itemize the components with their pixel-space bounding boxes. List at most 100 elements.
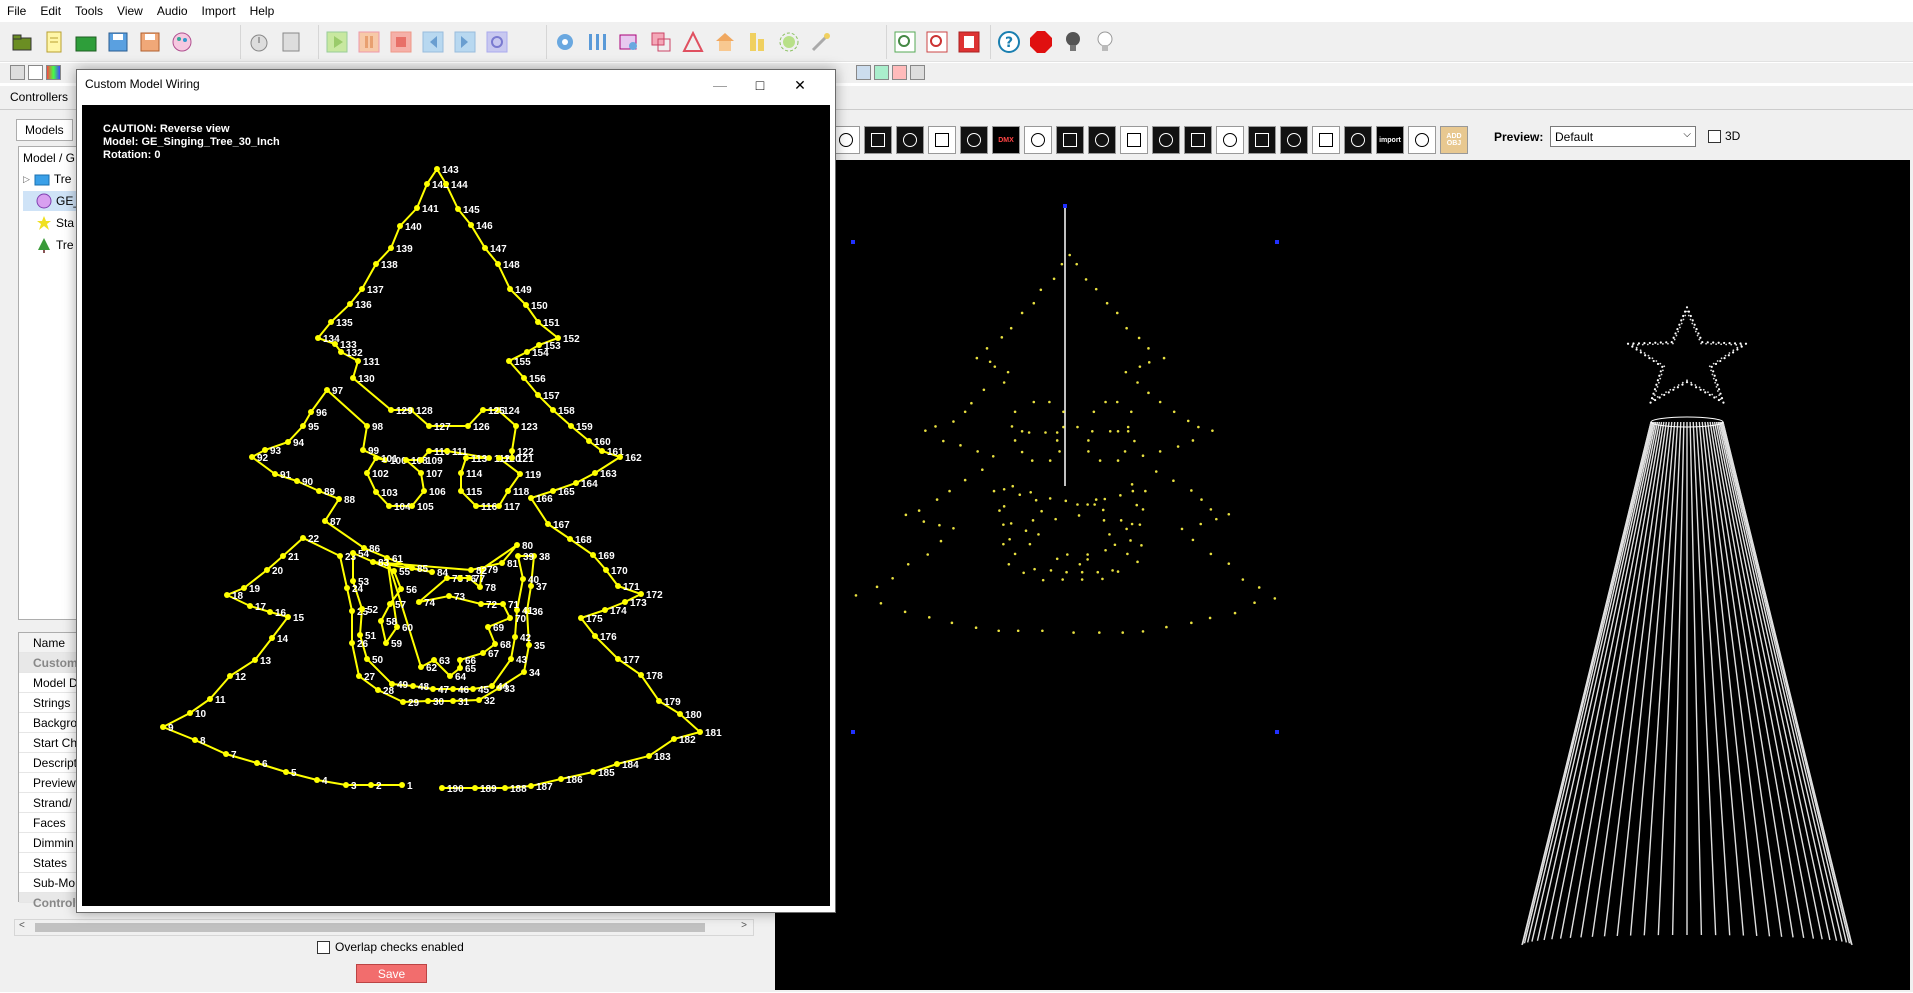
bulb-on-icon[interactable] — [1091, 28, 1119, 56]
wiring-node[interactable] — [398, 586, 404, 592]
wiring-node[interactable] — [389, 681, 395, 687]
wiring-node[interactable] — [638, 591, 644, 597]
wiring-node[interactable] — [457, 665, 463, 671]
wiring-canvas[interactable]: CAUTION: Reverse view Model: GE_Singing_… — [82, 105, 830, 906]
wiring-node[interactable] — [359, 606, 365, 612]
wiring-node[interactable] — [224, 592, 230, 598]
wiring-node[interactable] — [409, 565, 415, 571]
wiring-node[interactable] — [592, 470, 598, 476]
model-type-tool[interactable] — [1248, 126, 1276, 154]
wiring-node[interactable] — [508, 656, 514, 662]
wiring-node[interactable] — [524, 349, 530, 355]
wiring-node[interactable] — [424, 181, 430, 187]
close-icon[interactable]: ✕ — [783, 72, 817, 98]
expand-arrow-icon[interactable]: ▷ — [23, 174, 30, 185]
wiring-node[interactable] — [430, 686, 436, 692]
tab-models[interactable]: Models — [16, 119, 73, 141]
wiring-node[interactable] — [535, 392, 541, 398]
wiring-node[interactable] — [383, 640, 389, 646]
wiring-node[interactable] — [646, 753, 652, 759]
wiring-node[interactable] — [568, 423, 574, 429]
wiring-node[interactable] — [521, 375, 527, 381]
wiring-node[interactable] — [336, 496, 342, 502]
wiring-node[interactable] — [465, 423, 471, 429]
horizontal-scrollbar[interactable]: < > — [14, 919, 754, 936]
wiring-node[interactable] — [458, 488, 464, 494]
wiring-node[interactable] — [223, 751, 229, 757]
wiring-node[interactable] — [316, 488, 322, 494]
preview-select[interactable]: Default ⌵ — [1550, 126, 1696, 147]
model-type-tool[interactable] — [1120, 126, 1148, 154]
wiring-node[interactable] — [337, 553, 343, 559]
wiring-node[interactable] — [370, 559, 376, 565]
model-type-tool[interactable] — [1344, 126, 1372, 154]
wiring-node[interactable] — [300, 535, 306, 541]
wiring-node[interactable] — [426, 448, 432, 454]
wiring-node[interactable] — [514, 542, 520, 548]
wiring-node[interactable] — [373, 455, 379, 461]
view-icon-1[interactable] — [10, 65, 25, 80]
wiring-node[interactable] — [602, 607, 608, 613]
tree-item-tree[interactable]: Tre — [23, 235, 74, 255]
wiring-node[interactable] — [315, 335, 321, 341]
wiring-node[interactable] — [300, 423, 306, 429]
model-type-tool[interactable] — [864, 126, 892, 154]
wiring-node[interactable] — [550, 407, 556, 413]
wiring-node[interactable] — [431, 657, 437, 663]
wiring-node[interactable] — [357, 632, 363, 638]
wiring-node[interactable] — [207, 696, 213, 702]
wand-icon[interactable] — [807, 28, 835, 56]
scroll-right-icon[interactable]: > — [741, 920, 747, 931]
wiring-node[interactable] — [364, 423, 370, 429]
measure-icon[interactable] — [743, 28, 771, 56]
model-type-tool[interactable] — [1408, 126, 1436, 154]
wiring-node[interactable] — [512, 634, 518, 640]
wiring-node[interactable] — [283, 769, 289, 775]
wiring-node[interactable] — [622, 599, 628, 605]
wiring-node[interactable] — [523, 302, 529, 308]
wiring-node[interactable] — [567, 536, 573, 542]
bulb-off-icon[interactable] — [1059, 28, 1087, 56]
wiring-node[interactable] — [520, 576, 526, 582]
wiring-node[interactable] — [478, 601, 484, 607]
wiring-node[interactable] — [482, 245, 488, 251]
menu-import[interactable]: Import — [195, 0, 243, 18]
wiring-node[interactable] — [446, 593, 452, 599]
wiring-node[interactable] — [308, 409, 314, 415]
menu-view[interactable]: View — [110, 0, 150, 18]
model-type-tool[interactable] — [1280, 126, 1308, 154]
wiring-node[interactable] — [410, 683, 416, 689]
wiring-node[interactable] — [590, 769, 596, 775]
wiring-node[interactable] — [425, 698, 431, 704]
wiring-node[interactable] — [457, 657, 463, 663]
wiring-node[interactable] — [505, 488, 511, 494]
wiring-node[interactable] — [400, 699, 406, 705]
model-type-tool[interactable] — [1312, 126, 1340, 154]
preview-canvas[interactable] — [775, 160, 1910, 990]
wiring-node[interactable] — [373, 489, 379, 495]
wiring-node[interactable] — [247, 603, 253, 609]
wiring-node[interactable] — [262, 447, 268, 453]
wiring-node[interactable] — [314, 777, 320, 783]
model-type-tool[interactable] — [960, 126, 988, 154]
wiring-node[interactable] — [394, 624, 400, 630]
wiring-node[interactable] — [592, 633, 598, 639]
chevron-down-icon[interactable]: ⌵ — [1683, 129, 1691, 140]
view-icon-3[interactable] — [46, 65, 61, 80]
wiring-node[interactable] — [476, 697, 482, 703]
wiring-node[interactable] — [638, 672, 644, 678]
wiring-node[interactable] — [507, 286, 513, 292]
timer-icon[interactable] — [245, 28, 273, 56]
wiring-node[interactable] — [656, 698, 662, 704]
wiring-node[interactable] — [578, 615, 584, 621]
wiring-node[interactable] — [375, 687, 381, 693]
scroll-left-icon[interactable]: < — [19, 920, 25, 931]
wiring-node[interactable] — [443, 181, 449, 187]
overlap-checkbox-row[interactable]: Overlap checks enabled — [317, 940, 464, 954]
save-icon[interactable] — [104, 28, 132, 56]
wiring-node[interactable] — [267, 609, 273, 615]
wiring-node[interactable] — [468, 222, 474, 228]
wiring-node[interactable] — [457, 575, 463, 581]
wiring-node[interactable] — [328, 319, 334, 325]
wiring-node[interactable] — [429, 569, 435, 575]
